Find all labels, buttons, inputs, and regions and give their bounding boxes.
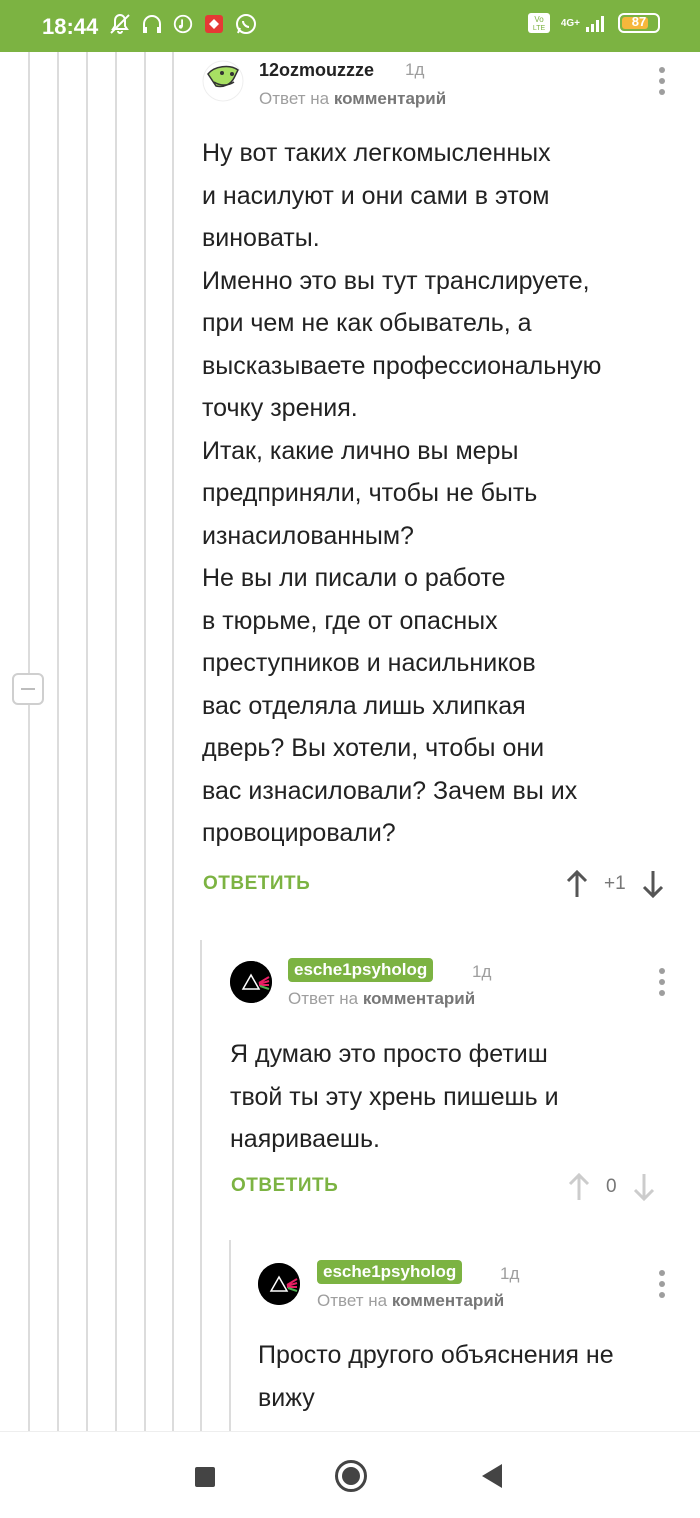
reply-to-prefix: Ответ на xyxy=(259,89,330,108)
comment-text: Я думаю это просто фетиш твой ты эту хре… xyxy=(230,1040,559,1153)
network-type: 4G+ xyxy=(560,17,580,29)
reply-button[interactable]: ОТВЕТИТЬ xyxy=(231,1175,338,1197)
username[interactable]: esche1psyholog xyxy=(288,958,434,982)
thread-line xyxy=(86,52,88,1431)
status-time: 18:44 xyxy=(42,14,99,39)
reply-to: Ответ на комментарий xyxy=(259,89,446,109)
reply-to-link[interactable]: комментарий xyxy=(363,989,475,1008)
arrow-down-icon[interactable] xyxy=(642,869,664,899)
status-bar: 18:44 Vo LTE 4G+ 87 xyxy=(0,0,700,52)
arrow-up-icon[interactable] xyxy=(568,1172,590,1202)
music-icon xyxy=(173,14,193,34)
kebab-icon[interactable] xyxy=(659,968,665,1001)
thread-line xyxy=(57,52,59,1431)
reply-to: Ответ на комментарий xyxy=(317,1291,504,1311)
thread-line xyxy=(229,1240,231,1431)
troll-face-avatar-icon xyxy=(202,60,244,102)
bell-off-icon xyxy=(110,13,130,34)
reply-to-prefix: Ответ на xyxy=(317,1291,388,1310)
thread-line xyxy=(200,940,202,1431)
thread-line xyxy=(115,52,117,1431)
reply-to-link[interactable]: комментарий xyxy=(334,89,446,108)
svg-text:LTE: LTE xyxy=(533,25,546,32)
vote-controls: +1 xyxy=(566,869,664,899)
battery-level: 87 xyxy=(631,14,647,29)
thread-line xyxy=(28,52,30,1431)
home-button[interactable] xyxy=(335,1460,367,1492)
comment-time: 1д xyxy=(472,962,492,981)
signal-icon xyxy=(586,16,604,32)
system-navigation-bar xyxy=(0,1431,700,1518)
reply-button[interactable]: ОТВЕТИТЬ xyxy=(203,873,310,895)
system-icons: Vo LTE 4G+ 87 xyxy=(527,12,660,34)
username[interactable]: esche1psyholog xyxy=(317,1260,463,1284)
notification-icons xyxy=(108,12,258,36)
username[interactable]: 12ozmouzzze xyxy=(259,60,374,81)
headphones-icon xyxy=(143,15,161,33)
battery-icon: 87 xyxy=(618,13,660,33)
vote-score: 0 xyxy=(606,1176,617,1197)
recent-apps-button[interactable] xyxy=(195,1467,215,1487)
comment-text: Ну вот таких легкомысленных и насилуют и… xyxy=(202,139,602,847)
prism-avatar-icon xyxy=(230,961,272,1003)
collapse-thread-button[interactable] xyxy=(12,673,44,705)
prism-avatar-icon xyxy=(258,1263,300,1305)
volte-icon: VoLTE xyxy=(527,13,550,33)
svg-text:Vo: Vo xyxy=(534,15,544,24)
avatar[interactable] xyxy=(258,1263,300,1305)
comment-text: Просто другого объяснения не вижу xyxy=(258,1341,614,1412)
reply-to-prefix: Ответ на xyxy=(288,989,359,1008)
kebab-icon[interactable] xyxy=(659,67,665,100)
whatsapp-icon xyxy=(236,14,256,34)
back-button[interactable] xyxy=(482,1464,502,1488)
arrow-up-icon[interactable] xyxy=(566,869,588,899)
vote-score: +1 xyxy=(604,873,626,894)
reply-to: Ответ на комментарий xyxy=(288,989,475,1009)
kebab-icon[interactable] xyxy=(659,1270,665,1303)
reply-to-link[interactable]: комментарий xyxy=(392,1291,504,1310)
comment-time: 1д xyxy=(500,1264,520,1283)
vote-controls: 0 xyxy=(568,1172,655,1202)
thread-line xyxy=(172,52,174,1431)
thread-line xyxy=(144,52,146,1431)
comment-time: 1д xyxy=(405,60,425,79)
arrow-down-icon[interactable] xyxy=(633,1172,655,1202)
app-icon xyxy=(205,15,223,33)
avatar[interactable] xyxy=(230,961,272,1003)
avatar[interactable] xyxy=(202,60,244,102)
